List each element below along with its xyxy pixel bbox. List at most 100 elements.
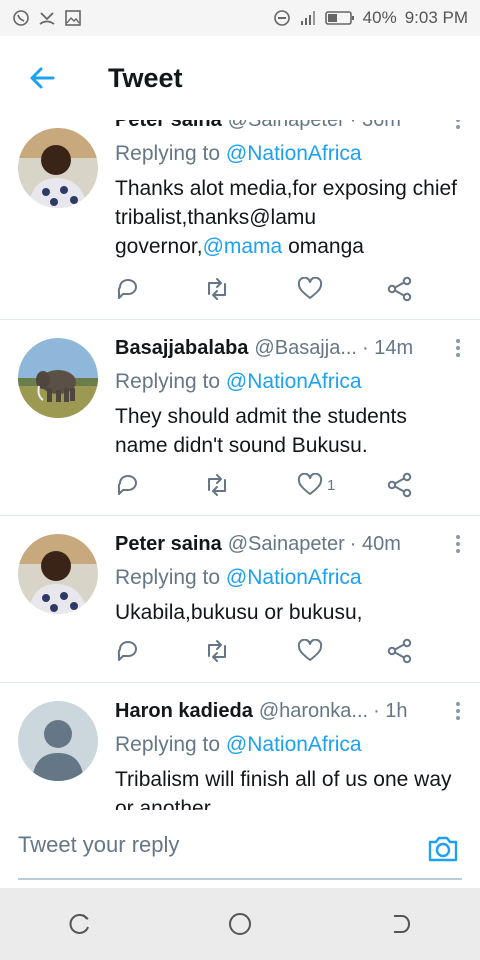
author-name[interactable]: Haron kadieda	[115, 700, 253, 723]
replying-to-prefix: Replying to	[115, 370, 226, 393]
share-icon	[387, 638, 412, 664]
replying-to: Replying to @NationAfrica	[115, 564, 460, 592]
more-icon[interactable]	[448, 532, 468, 556]
tweet-item[interactable]: Peter saina @Sainapeter · 36m Replying t…	[0, 120, 480, 320]
replying-to: Replying to @NationAfrica	[115, 140, 460, 168]
author-name[interactable]: Peter saina	[115, 533, 222, 556]
replies-feed[interactable]: Peter saina @Sainapeter · 36m Replying t…	[0, 120, 480, 810]
reply-button[interactable]	[115, 274, 141, 304]
tweet-time: · 40m	[349, 532, 401, 555]
tweet-actions	[115, 636, 415, 666]
retweet-button[interactable]	[203, 636, 231, 666]
author-handle: @Basajja...	[254, 336, 357, 359]
tweet-text: Tribalism will finish all of us one way …	[115, 768, 452, 810]
signal-icon	[299, 9, 317, 27]
more-icon[interactable]	[448, 699, 468, 723]
back-button[interactable]	[26, 62, 58, 94]
back-nav-icon	[394, 915, 410, 933]
system-nav-bar	[0, 888, 480, 960]
tweet-header: Peter saina @Sainapeter · 36m	[115, 120, 460, 134]
mention-link[interactable]: @mama	[203, 235, 283, 258]
page-title: Tweet	[108, 62, 183, 93]
missed-call-icon	[38, 9, 56, 27]
replying-to: Replying to @NationAfrica	[115, 731, 460, 759]
tweet-time: · 1h	[373, 699, 408, 722]
avatar[interactable]	[18, 534, 98, 614]
like-count: 1	[327, 476, 336, 494]
author-name[interactable]: Peter saina	[115, 120, 222, 132]
retweet-button[interactable]	[203, 470, 231, 500]
home-button[interactable]	[220, 904, 260, 944]
back-nav-button[interactable]	[380, 904, 420, 944]
dnd-icon	[273, 9, 291, 27]
tweet-text: They should admit the students name didn…	[115, 405, 407, 457]
tweet-actions: 1	[115, 470, 415, 500]
reply-composer: Tweet your reply	[0, 810, 480, 888]
replying-to-prefix: Replying to	[115, 142, 226, 165]
replying-to-link[interactable]: @NationAfrica	[226, 566, 362, 589]
replying-to: Replying to @NationAfrica	[115, 368, 460, 396]
tweet-body: Peter saina @Sainapeter · 36m Replying t…	[115, 120, 460, 261]
author-handle: @haronka...	[258, 699, 369, 722]
reply-input[interactable]: Tweet your reply	[18, 832, 179, 858]
share-icon	[387, 472, 412, 498]
tweet-text: Thanks alot media,for exposing chief tri…	[115, 174, 460, 261]
avatar[interactable]	[18, 701, 98, 781]
tweet-body: Basajjabalaba @Basajja... · 14m Replying…	[115, 334, 460, 460]
retweet-icon	[208, 278, 226, 300]
more-icon[interactable]	[448, 336, 468, 360]
tweet-body: Peter saina @Sainapeter · 40m Replying t…	[115, 530, 460, 627]
like-icon	[297, 473, 323, 495]
status-right-icons: 40% 9:03 PM	[273, 8, 468, 28]
share-icon	[387, 276, 412, 302]
tweet-header: Peter saina @Sainapeter · 40m	[115, 530, 460, 558]
replying-to-prefix: Replying to	[115, 566, 226, 589]
tweet-text: Ukabila,bukusu or bukusu,	[115, 601, 363, 624]
reply-icon	[117, 279, 137, 299]
clock: 9:03 PM	[404, 8, 468, 27]
app-bar: Tweet	[0, 36, 480, 120]
back-arrow-icon	[30, 67, 55, 89]
author-handle: @Sainapeter	[227, 532, 345, 555]
like-button[interactable]	[297, 274, 327, 304]
like-button[interactable]: 1	[297, 470, 335, 500]
home-icon	[229, 913, 251, 935]
tweet-actions	[115, 274, 415, 304]
tweet-header: Basajjabalaba @Basajja... · 14m	[115, 334, 460, 362]
battery-icon	[324, 9, 355, 27]
tweet-body: Haron kadieda @haronka... · 1h Replying …	[115, 697, 460, 810]
tweet-header: Haron kadieda @haronka... · 1h	[115, 697, 460, 725]
author-handle: @Sainapeter	[228, 120, 345, 132]
recents-icon	[69, 914, 89, 934]
tweet-time: · 14m	[362, 336, 414, 359]
author-name[interactable]: Basajjabalaba	[115, 337, 248, 360]
share-button[interactable]	[387, 636, 413, 666]
status-bar: 40% 9:03 PM	[0, 0, 480, 36]
tweet-item[interactable]: Basajjabalaba @Basajja... · 14m Replying…	[0, 320, 480, 516]
input-underline	[18, 878, 462, 880]
reply-button[interactable]	[115, 636, 141, 666]
avatar[interactable]	[18, 338, 98, 418]
like-icon	[297, 639, 323, 661]
more-icon[interactable]	[448, 120, 468, 132]
replying-to-prefix: Replying to	[115, 733, 226, 756]
share-button[interactable]	[387, 470, 413, 500]
retweet-button[interactable]	[203, 274, 231, 304]
battery-level: 40%	[362, 8, 397, 27]
status-left-icons	[12, 9, 82, 27]
tweet-text-part: omanga	[282, 235, 364, 258]
like-button[interactable]	[297, 636, 327, 666]
camera-button[interactable]	[426, 832, 460, 866]
reply-icon	[117, 475, 137, 495]
tweet-item[interactable]: Peter saina @Sainapeter · 40m Replying t…	[0, 516, 480, 683]
replying-to-link[interactable]: @NationAfrica	[226, 370, 362, 393]
avatar[interactable]	[18, 128, 98, 208]
replying-to-link[interactable]: @NationAfrica	[226, 733, 362, 756]
recents-button[interactable]	[60, 904, 100, 944]
reply-button[interactable]	[115, 470, 141, 500]
retweet-icon	[208, 640, 226, 662]
tweet-item[interactable]: Haron kadieda @haronka... · 1h Replying …	[0, 683, 480, 810]
replying-to-link[interactable]: @NationAfrica	[226, 142, 362, 165]
tweet-time: · 36m	[350, 120, 401, 132]
share-button[interactable]	[387, 274, 413, 304]
